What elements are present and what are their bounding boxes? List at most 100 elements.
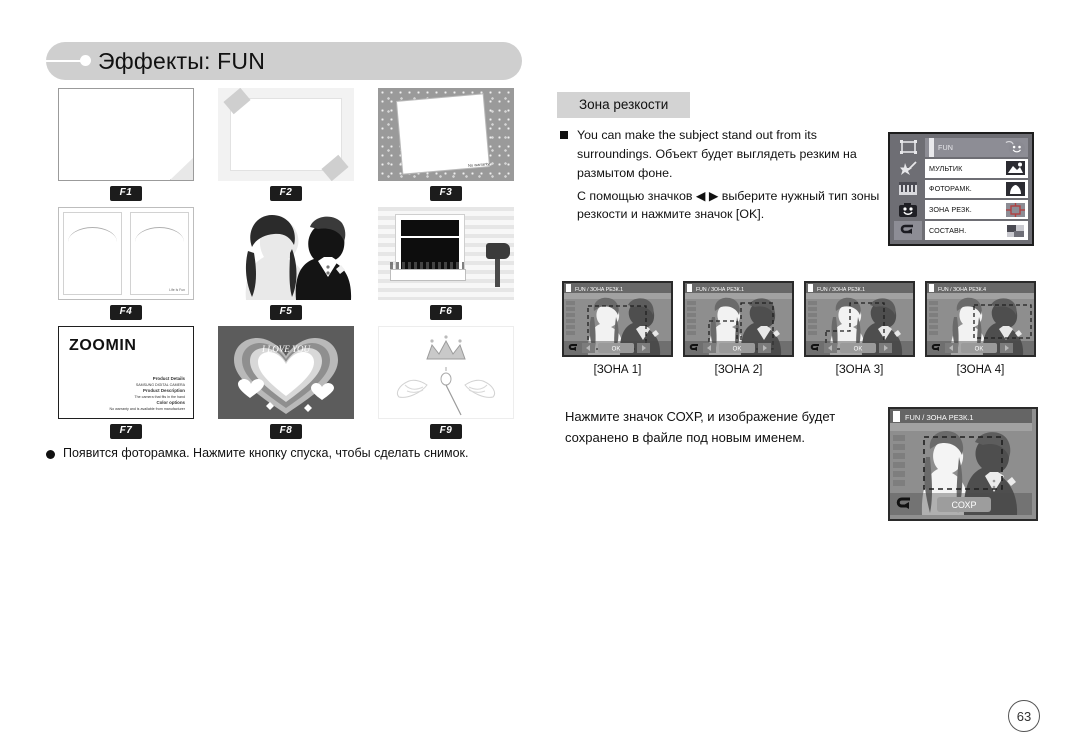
couple-silhouette-icon	[245, 215, 352, 300]
menu-icon-column	[894, 138, 922, 240]
camera-menu-screen: FUN МУЛЬТИК ФОТОРАМК. ЗОНА РЕЗК. СОСТАВН…	[888, 132, 1034, 246]
menu-row-label: FUN	[938, 142, 954, 152]
menu-row-label: ФОТОРАМК.	[929, 184, 972, 194]
frame-icon[interactable]	[894, 138, 922, 157]
save-preview-screen: FUN / ЗОНА РЕЗК.1 СОХР	[888, 407, 1038, 521]
round-bullet-icon	[46, 450, 55, 459]
gallery-item-f8[interactable]: I LOVE YOU F8	[206, 326, 366, 439]
page-header-bar: Эффекты: FUN	[46, 42, 522, 80]
zone-caption: [ЗОНА 3]	[835, 364, 884, 376]
gallery-row-3: ZOOMIN Product Details SAMSUNG DIGITAL C…	[46, 326, 528, 439]
lcd-screen: FUN / ЗОНА РЕЗК.4 OK	[925, 281, 1036, 357]
page-title: Эффекты: FUN	[98, 47, 266, 74]
section-paragraph-1: You can make the subject stand out from …	[577, 128, 857, 180]
gallery-item-f4[interactable]: Life Is Fun F4	[46, 207, 206, 320]
menu-row-label: СОСТАВН.	[929, 226, 967, 236]
composite-squares-icon	[1005, 224, 1025, 238]
gallery-item-f1[interactable]: F1	[46, 88, 206, 201]
crown-wand-icon	[396, 335, 496, 416]
manual-page: Эффекты: FUN F1 F2 No warranty F3 Life I…	[0, 0, 1080, 746]
zone-caption: [ЗОНА 4]	[956, 364, 1005, 376]
gallery-note: Появится фоторамка. Нажмите кнопку спуск…	[46, 446, 546, 460]
frame-label-f9: F9	[430, 424, 462, 439]
frame-label-f1: F1	[110, 186, 142, 201]
frame-title-f7: ZOOMIN	[69, 337, 137, 354]
zone-preview-1[interactable]: FUN / ЗОНА РЕЗК.1 OK [ЗОНА 1]	[557, 281, 678, 376]
menu-row-multik[interactable]: МУЛЬТИК	[925, 158, 1028, 178]
save-instruction-line2: сохранено в файле под новым именем.	[565, 430, 806, 446]
frame-preview-f7: ZOOMIN Product Details SAMSUNG DIGITAL C…	[58, 326, 194, 419]
menu-row-list: FUN МУЛЬТИК ФОТОРАМК. ЗОНА РЕЗК. СОСТАВН…	[925, 138, 1028, 240]
back-arrow-icon[interactable]	[894, 221, 922, 240]
section-paragraph-2: С помощью значков ◀ ▶ выберите нужный ти…	[577, 188, 880, 222]
film-curtain-icon[interactable]	[894, 179, 922, 199]
frame-preview-f3: No warranty	[378, 88, 514, 181]
zone-preview-2[interactable]: FUN / ЗОНА РЕЗК.1 OK [ЗОНА 2]	[678, 281, 799, 376]
svg-text:OK: OK	[612, 347, 621, 353]
zone-preview-4[interactable]: FUN / ЗОНА РЕЗК.4 OK [ЗОНА 4]	[920, 281, 1041, 376]
lcd-screen: FUN / ЗОНА РЕЗК.1 OK	[683, 281, 794, 357]
smiley-camera-icon[interactable]	[894, 200, 922, 220]
cartoon-photo-icon	[1005, 161, 1025, 176]
svg-text:FUN / ЗОНА РЕЗК.4: FUN / ЗОНА РЕЗК.4	[938, 287, 986, 293]
svg-text:FUN / ЗОНА РЕЗК.1: FUN / ЗОНА РЕЗК.1	[575, 287, 623, 293]
lcd-screen: FUN / ЗОНА РЕЗК.1 OK	[562, 281, 673, 357]
frame-preview-f5	[218, 207, 354, 300]
frame-label-f8: F8	[270, 424, 302, 439]
lcd-screen: FUN / ЗОНА РЕЗК.1 OK	[804, 281, 915, 357]
page-number: 63	[1008, 700, 1040, 732]
square-bullet-icon	[560, 131, 568, 139]
menu-row-sostavn[interactable]: СОСТАВН.	[925, 221, 1028, 240]
header-decoration-icon	[46, 42, 98, 80]
gallery-item-f5[interactable]: F5	[206, 207, 366, 320]
photo-frame-icon	[1005, 181, 1025, 196]
frame-label-f4: F4	[110, 305, 142, 320]
frame-preview-f4: Life Is Fun	[58, 207, 194, 300]
frame-preview-f1	[58, 88, 194, 181]
section-body-text: You can make the subject stand out from …	[577, 126, 880, 224]
section-body: You can make the subject stand out from …	[560, 126, 880, 224]
svg-text:FUN / ЗОНА РЕЗК.1: FUN / ЗОНА РЕЗК.1	[696, 287, 744, 293]
gallery-item-f3[interactable]: No warranty F3	[366, 88, 526, 201]
svg-text:СОХР: СОХР	[952, 500, 977, 510]
frame-details-f7: Product Details SAMSUNG DIGITAL CAMERA P…	[109, 376, 185, 411]
gallery-note-text: Появится фоторамка. Нажмите кнопку спуск…	[63, 446, 469, 460]
menu-row-label: МУЛЬТИК	[929, 163, 963, 173]
frame-label-f3: F3	[430, 186, 462, 201]
save-instruction-line1: Нажмите значок СОХР, и изображение будет	[565, 409, 836, 424]
frame-preview-f8: I LOVE YOU	[218, 326, 354, 419]
svg-text:I LOVE YOU: I LOVE YOU	[261, 344, 311, 354]
gallery-item-f6[interactable]: F6	[366, 207, 526, 320]
svg-text:OK: OK	[854, 347, 863, 353]
gallery-row-2: Life Is Fun F4 F5 F6	[46, 207, 528, 320]
svg-text:OK: OK	[733, 347, 742, 353]
smiley-face-icon	[1005, 140, 1025, 155]
zone-preview-strip: FUN / ЗОНА РЕЗК.1 OK [ЗОНА 1] FUN / ЗОНА…	[557, 281, 1041, 376]
frame-label-f2: F2	[270, 186, 302, 201]
save-instruction: Нажмите значок СОХР, и изображение будет…	[565, 406, 885, 448]
frame-gallery: F1 F2 No warranty F3 Life Is Fun F4 F5 F…	[46, 88, 528, 445]
gallery-item-f2[interactable]: F2	[206, 88, 366, 201]
frame-preview-f6	[378, 207, 514, 300]
zone-caption: [ЗОНА 1]	[593, 364, 642, 376]
gallery-row-1: F1 F2 No warranty F3	[46, 88, 528, 201]
menu-row-zona-rezk[interactable]: ЗОНА РЕЗК.	[925, 200, 1028, 220]
star-wand-icon[interactable]	[894, 158, 922, 178]
section-label: Зона резкости	[557, 92, 691, 118]
frame-label-f7: F7	[110, 424, 142, 439]
svg-text:FUN / ЗОНА РЕЗК.1: FUN / ЗОНА РЕЗК.1	[817, 287, 865, 293]
gallery-item-f7[interactable]: ZOOMIN Product Details SAMSUNG DIGITAL C…	[46, 326, 206, 439]
frame-preview-f9	[378, 326, 514, 419]
frame-label-f6: F6	[430, 305, 462, 320]
frame-preview-f2	[218, 88, 354, 181]
menu-row-fun[interactable]: FUN	[925, 138, 1028, 157]
zone-preview-3[interactable]: FUN / ЗОНА РЕЗК.1 OK [ЗОНА 3]	[799, 281, 920, 376]
frame-caption-f4: Life Is Fun	[169, 288, 185, 292]
heart-frame-icon: I LOVE YOU	[234, 338, 338, 414]
svg-text:OK: OK	[975, 347, 984, 353]
svg-text:FUN / ЗОНА РЕЗК.1: FUN / ЗОНА РЕЗК.1	[905, 413, 973, 422]
menu-row-label: ЗОНА РЕЗК.	[929, 205, 972, 215]
gallery-item-f9[interactable]: F9	[366, 326, 526, 439]
menu-row-fotoramk[interactable]: ФОТОРАМК.	[925, 179, 1028, 199]
focus-brackets-icon	[1005, 202, 1025, 217]
